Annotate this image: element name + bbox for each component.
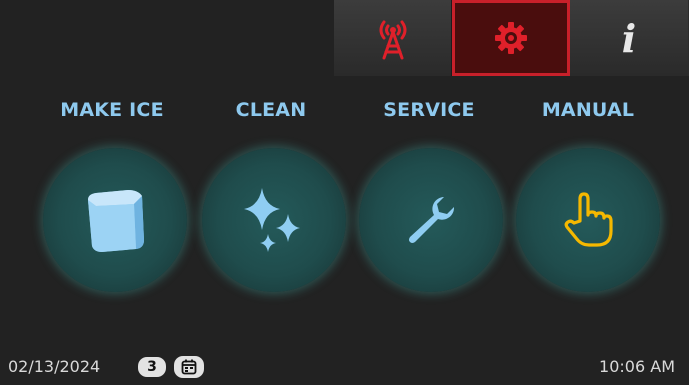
tab-settings[interactable] — [452, 0, 570, 76]
service-label: SERVICE — [383, 99, 475, 121]
info-icon: i — [621, 15, 637, 61]
calendar-icon — [181, 359, 197, 375]
date-display: 02/13/2024 — [8, 357, 101, 376]
wrench-icon — [409, 197, 455, 243]
tab-info[interactable]: i — [570, 0, 688, 76]
ice-cube-icon — [88, 190, 144, 252]
manual-button[interactable] — [516, 148, 660, 292]
make-ice-label: MAKE ICE — [60, 99, 164, 121]
calendar-button[interactable] — [174, 356, 204, 378]
gear-icon — [495, 22, 527, 54]
antenna-icon — [379, 20, 406, 60]
clean-label: CLEAN — [235, 99, 307, 121]
service-button[interactable] — [359, 148, 503, 292]
tab-network[interactable] — [334, 0, 452, 76]
time-display: 10:06 AM — [599, 357, 675, 376]
day-badge: 3 — [138, 357, 166, 377]
top-tab-bar: i — [334, 0, 689, 76]
make-ice-button[interactable] — [43, 148, 187, 292]
manual-label: MANUAL — [541, 99, 635, 121]
sparkle-icon — [244, 188, 300, 252]
clean-button[interactable] — [202, 148, 346, 292]
hand-pointer-icon — [564, 192, 613, 247]
